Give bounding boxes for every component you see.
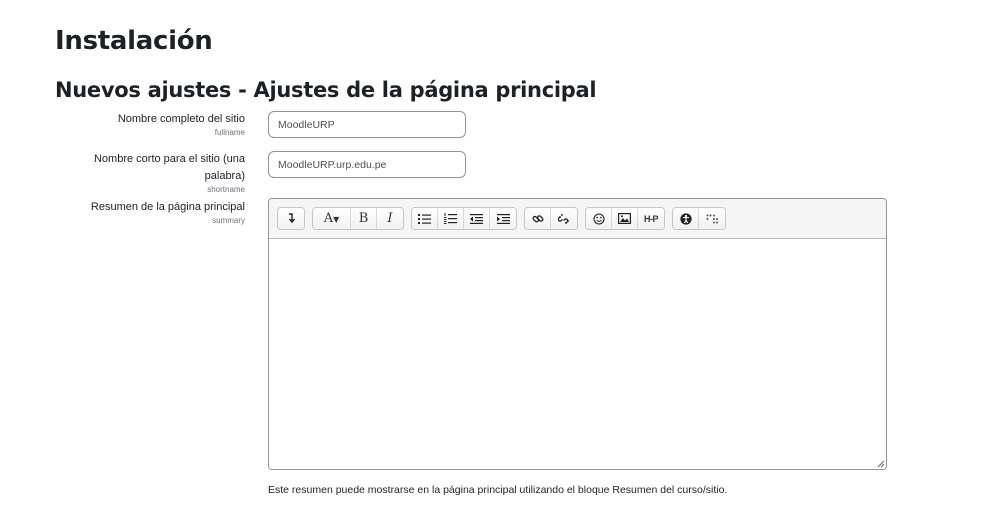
toolbar-group-accessibility [672,207,726,230]
collapse-button[interactable] [278,208,304,229]
summary-editor-content[interactable] [269,239,886,469]
image-button[interactable] [612,208,638,229]
summary-label-block: Resumen de la página principal summary [45,199,245,226]
h5p-icon: H-P [644,213,659,224]
italic-button[interactable]: I [377,208,403,229]
shortname-input[interactable] [268,151,466,178]
unlink-icon [558,213,569,224]
unordered-list-button[interactable] [412,208,438,229]
outdent-icon [470,213,483,224]
toolbar-group-links [524,207,578,230]
link-icon [532,214,543,222]
resize-handle-icon[interactable] [877,460,885,468]
italic-icon: I [387,211,393,226]
editor-toolbar: A▼ B I H-P [269,199,886,239]
image-icon [618,213,631,224]
toolbar-group-lists [411,207,517,230]
shortname-label-block: Nombre corto para el sitio (una palabra)… [75,151,245,195]
emoji-icon [592,212,605,225]
ordered-list-button[interactable] [438,208,464,229]
accessibility-checker-icon [679,212,692,225]
toolbar-group-style: A▼ B I [312,207,404,230]
font-style-button[interactable]: A▼ [313,208,351,229]
summary-help-text: Este resumen puede mostrarse en la págin… [268,484,728,496]
screenreader-helper-button[interactable] [699,208,725,229]
unlink-button[interactable] [551,208,577,229]
bold-button[interactable]: B [351,208,377,229]
screenreader-helper-icon [706,214,718,223]
summary-label: Resumen de la página principal [90,201,245,213]
ordered-list-icon [444,213,457,224]
fullname-label-block: Nombre completo del sitio fullname [45,111,245,138]
indent-button[interactable] [490,208,516,229]
toolbar-group-media: H-P [585,207,665,230]
fullname-setting-name: fullname [214,128,245,137]
page-title: Instalación [55,26,213,56]
fullname-input[interactable] [268,111,466,138]
accessibility-checker-button[interactable] [673,208,699,229]
summary-setting-name: summary [212,216,245,225]
fullname-label: Nombre completo del sitio [117,113,245,125]
bold-icon: B [358,211,369,226]
section-title: Nuevos ajustes - Ajustes de la página pr… [55,78,597,102]
link-button[interactable] [525,208,551,229]
indent-icon [496,213,510,224]
shortname-setting-name: shortname [207,185,245,194]
shortname-label: Nombre corto para el sitio (una palabra) [93,153,245,182]
unordered-list-icon [418,213,431,224]
toolbar-group-collapse [277,207,305,230]
outdent-button[interactable] [464,208,490,229]
h5p-button[interactable]: H-P [638,208,664,229]
emoji-button[interactable] [586,208,612,229]
summary-editor: A▼ B I H-P [268,198,887,470]
font-style-icon: A▼ [323,211,340,226]
collapse-icon [288,213,296,224]
